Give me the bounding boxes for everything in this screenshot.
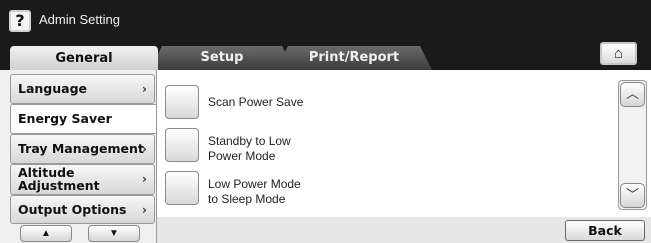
window-title: Admin Setting bbox=[39, 12, 120, 27]
energy-saver-panel: Scan Power Save Standby to Low Power Mod… bbox=[156, 70, 651, 243]
option-label: Low Power Mode to Sleep Mode bbox=[208, 177, 301, 207]
sidebar-item-altitude-adjustment[interactable]: Altitude Adjustment › bbox=[10, 164, 155, 195]
tab-print-report[interactable]: Print/Report bbox=[276, 46, 432, 70]
scroll-up-icon[interactable]: ︿ bbox=[620, 82, 645, 107]
sidebar-item-language[interactable]: Language › bbox=[10, 74, 155, 104]
title-bar: ? Admin Setting bbox=[0, 0, 651, 38]
sidebar-scroll-down-button[interactable]: ▼ bbox=[88, 225, 140, 242]
sidebar-item-label: Energy Saver bbox=[18, 111, 112, 126]
tab-strip: Print/Report Setup General ⌂ bbox=[0, 38, 651, 71]
option-label: Standby to Low Power Mode bbox=[208, 134, 291, 164]
scan-power-save-button[interactable] bbox=[165, 85, 199, 119]
back-button[interactable]: Back bbox=[565, 220, 645, 241]
chevron-right-icon: › bbox=[142, 82, 147, 96]
sidebar-item-output-options[interactable]: Output Options › bbox=[10, 195, 155, 224]
sidebar-scroll-up-button[interactable]: ▲ bbox=[20, 225, 72, 242]
tab-setup[interactable]: Setup bbox=[150, 46, 294, 70]
chevron-right-icon: › bbox=[142, 172, 147, 186]
sidebar: Language › Energy Saver Tray Management … bbox=[0, 70, 156, 243]
chevron-right-icon: › bbox=[142, 203, 147, 217]
standby-to-low-power-button[interactable] bbox=[165, 128, 199, 162]
help-icon[interactable]: ? bbox=[9, 10, 31, 32]
sidebar-item-energy-saver[interactable]: Energy Saver bbox=[10, 104, 156, 134]
option-label: Scan Power Save bbox=[208, 95, 304, 109]
option-label-line2: Power Mode bbox=[208, 149, 276, 163]
scroll-down-icon[interactable]: ﹀ bbox=[620, 183, 645, 208]
vertical-scrollbar[interactable]: ︿ ﹀ bbox=[618, 80, 647, 210]
sidebar-item-tray-management[interactable]: Tray Management › bbox=[10, 134, 155, 164]
option-label-line2: to Sleep Mode bbox=[208, 192, 286, 206]
tab-general[interactable]: General bbox=[10, 46, 158, 71]
sidebar-item-label-line2: Adjustment bbox=[18, 178, 100, 193]
sidebar-item-label: Language bbox=[18, 81, 88, 96]
sidebar-item-label: Output Options bbox=[18, 202, 127, 217]
sidebar-item-label: Altitude Adjustment bbox=[18, 166, 100, 192]
admin-setting-screen: ? Admin Setting Print/Report Setup Gener… bbox=[0, 0, 651, 243]
triangle-up-icon: ▲ bbox=[41, 228, 51, 239]
chevron-right-icon: › bbox=[142, 142, 147, 156]
option-label-line1: Standby to Low bbox=[208, 134, 291, 148]
low-power-to-sleep-button[interactable] bbox=[165, 171, 199, 205]
sidebar-item-label: Tray Management bbox=[18, 141, 144, 156]
triangle-down-icon: ▼ bbox=[109, 228, 119, 239]
home-icon[interactable]: ⌂ bbox=[600, 42, 637, 65]
option-label-line1: Low Power Mode bbox=[208, 177, 301, 191]
bottom-bar: Back bbox=[157, 217, 651, 243]
